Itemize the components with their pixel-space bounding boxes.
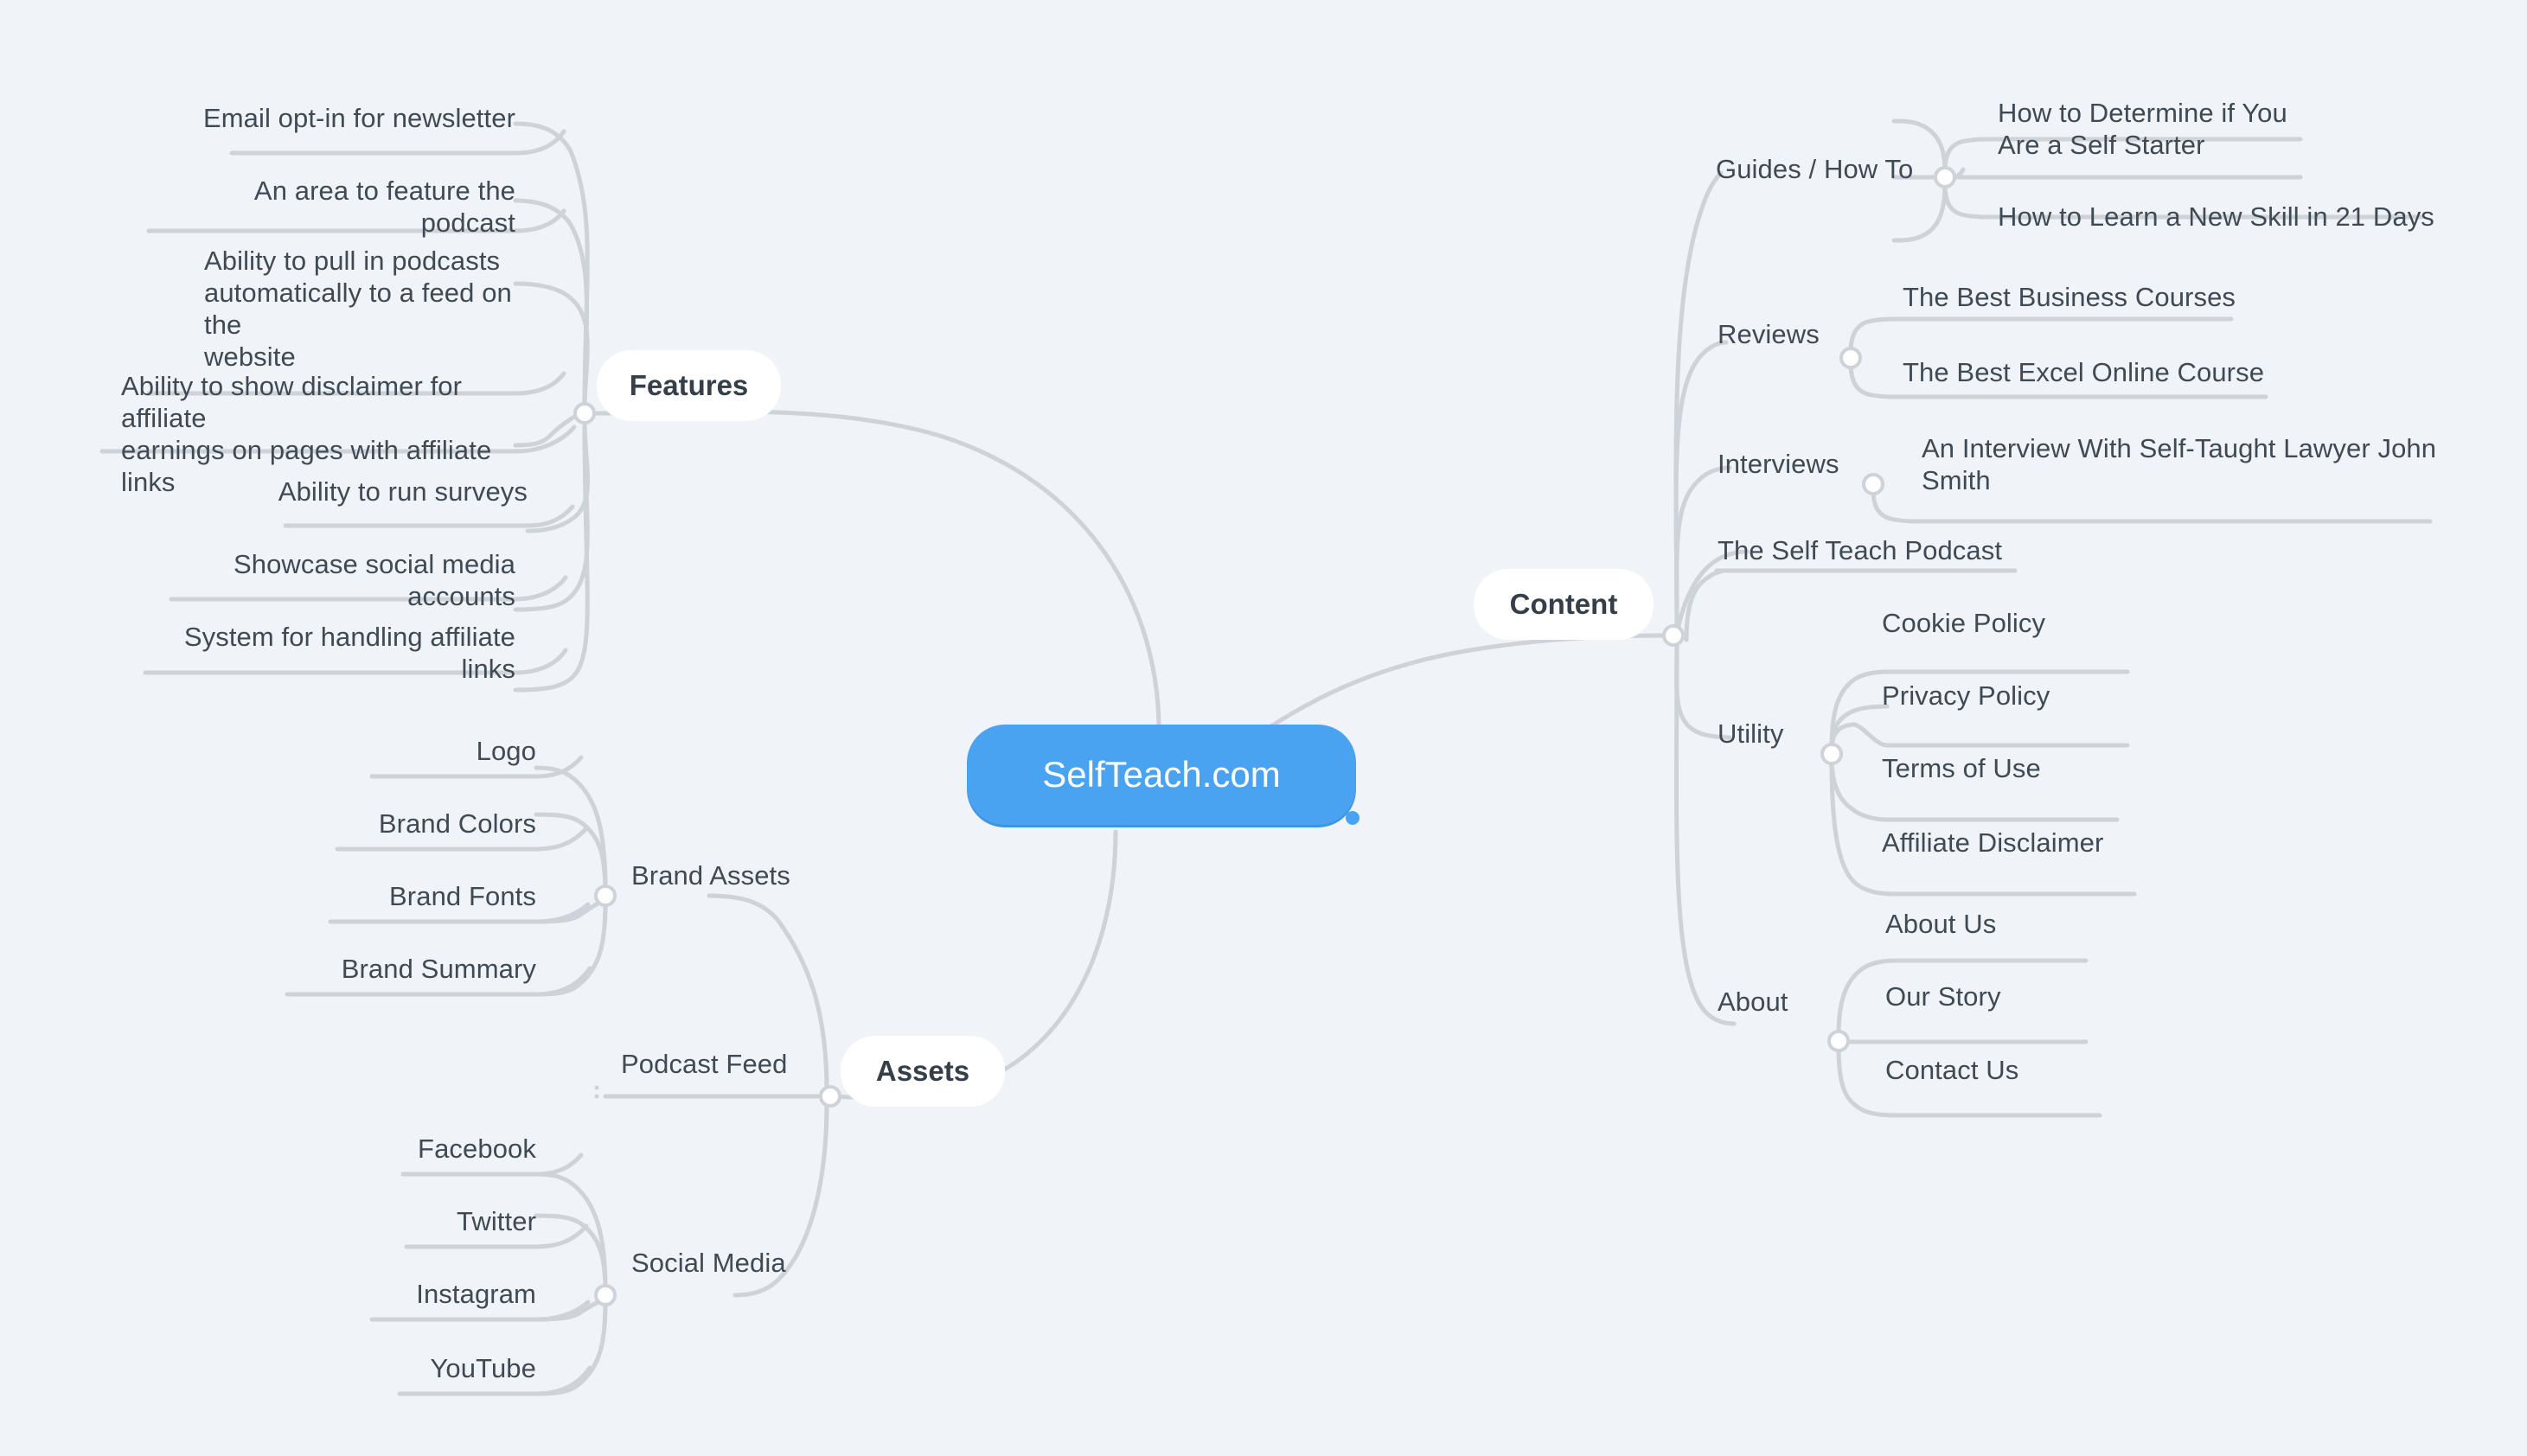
- assets-group-podcast-feed[interactable]: Podcast Feed: [621, 1048, 898, 1080]
- brand-assets-item-2[interactable]: Brand Fonts: [259, 880, 536, 912]
- c-link-about: [1673, 641, 1737, 1026]
- f-join-5: [513, 575, 568, 602]
- g-link-1: [1891, 181, 1948, 243]
- sm-link-0: [534, 1172, 608, 1293]
- hub-social-media[interactable]: [594, 1284, 617, 1306]
- about-item-1[interactable]: Our Story: [1885, 980, 2249, 1012]
- mindmap-canvas: SelfTeach.com Features Email opt-in for …: [0, 0, 2527, 1456]
- ba-join-1: [534, 826, 589, 852]
- features-item-2[interactable]: Ability to pull in podcasts automaticall…: [204, 245, 550, 373]
- hub-content[interactable]: [1662, 624, 1685, 647]
- f-join-0: [513, 129, 566, 156]
- hub-reviews[interactable]: [1839, 347, 1862, 369]
- social-media-item-0[interactable]: Facebook: [259, 1133, 536, 1165]
- c-link-reviews: [1673, 340, 1729, 634]
- root-accent-dot: [1346, 811, 1359, 825]
- hub-about[interactable]: [1827, 1030, 1850, 1052]
- hub-features[interactable]: [573, 402, 596, 425]
- c-link-guides: [1673, 170, 1724, 632]
- content-group-guides[interactable]: Guides / How To: [1716, 153, 2027, 185]
- hub-brand-assets[interactable]: [594, 884, 617, 907]
- ba-link-1: [534, 812, 608, 897]
- hub-assets[interactable]: [819, 1085, 841, 1108]
- utility-item-2[interactable]: Terms of Use: [1882, 752, 2245, 784]
- brand-assets-item-3[interactable]: Brand Summary: [259, 953, 536, 985]
- branch-features-label: Features: [629, 369, 749, 401]
- sm-link-1: [534, 1213, 608, 1294]
- u-join-2: [1829, 757, 1890, 822]
- reviews-item-0[interactable]: The Best Business Courses: [1903, 281, 2266, 313]
- branch-content-label: Content: [1509, 588, 1618, 620]
- ba-link-3: [534, 900, 608, 997]
- features-item-5[interactable]: Showcase social media accounts: [170, 548, 515, 612]
- ba-join-2: [534, 902, 591, 924]
- root-node[interactable]: SelfTeach.com: [967, 725, 1356, 825]
- about-item-0[interactable]: About Us: [1885, 908, 2249, 940]
- f-join-6: [513, 648, 568, 675]
- i-join-0: [1871, 487, 1919, 524]
- social-media-item-2[interactable]: Instagram: [259, 1278, 536, 1310]
- assets-group-social-media[interactable]: Social Media: [631, 1247, 908, 1279]
- features-item-4[interactable]: Ability to run surveys: [182, 476, 528, 508]
- reviews-item-1[interactable]: The Best Excel Online Course: [1903, 356, 2266, 388]
- ba-link-2: [534, 897, 608, 924]
- sm-join-3: [534, 1365, 592, 1396]
- content-group-reviews[interactable]: Reviews: [1718, 318, 1977, 350]
- f-join-1: [513, 208, 566, 233]
- sm-join-2: [534, 1300, 591, 1322]
- utility-item-1[interactable]: Privacy Policy: [1882, 680, 2245, 712]
- guides-item-0[interactable]: How to Determine if You Are a Self Start…: [1998, 97, 2361, 161]
- about-item-2[interactable]: Contact Us: [1885, 1054, 2249, 1086]
- g-join-1: [1942, 182, 1992, 220]
- hub-utility[interactable]: [1820, 743, 1843, 765]
- f-join-4: [525, 504, 575, 528]
- root-label: SelfTeach.com: [1042, 754, 1281, 795]
- branch-content[interactable]: Content: [1474, 569, 1654, 640]
- guides-item-1[interactable]: How to Learn a New Skill in 21 Days: [1998, 201, 2447, 233]
- interviews-item-0[interactable]: An Interview With Self-Taught Lawyer Joh…: [1922, 432, 2458, 496]
- ba-join-0: [534, 755, 584, 779]
- sm-join-1: [534, 1223, 589, 1249]
- brand-assets-item-1[interactable]: Brand Colors: [259, 808, 536, 840]
- utility-item-3[interactable]: Affiliate Disclaimer: [1882, 827, 2245, 859]
- content-group-utility[interactable]: Utility: [1718, 718, 1977, 750]
- hub-guides[interactable]: [1934, 166, 1956, 188]
- p-join-0: [1684, 569, 1724, 642]
- f-link-4: [525, 418, 590, 533]
- sm-link-3: [534, 1300, 608, 1396]
- hub-interviews[interactable]: [1862, 473, 1884, 495]
- content-group-podcast[interactable]: The Self Teach Podcast: [1718, 534, 2115, 566]
- sm-link-2: [534, 1296, 608, 1322]
- features-item-1[interactable]: An area to feature the podcast: [170, 175, 515, 239]
- brand-assets-item-0[interactable]: Logo: [259, 735, 536, 767]
- social-media-item-3[interactable]: YouTube: [259, 1352, 536, 1384]
- r-join-1: [1848, 361, 1897, 399]
- features-item-6[interactable]: System for handling affiliate links: [170, 621, 515, 685]
- sm-join-0: [534, 1153, 584, 1177]
- ba-link-0: [534, 765, 608, 893]
- link-root-features: [594, 409, 1161, 733]
- ba-join-3: [534, 966, 592, 997]
- branch-features[interactable]: Features: [597, 350, 781, 421]
- social-media-item-1[interactable]: Twitter: [259, 1205, 536, 1237]
- utility-item-0[interactable]: Cookie Policy: [1882, 607, 2245, 639]
- features-item-0[interactable]: Email opt-in for newsletter: [170, 102, 515, 134]
- assets-group-brand-assets[interactable]: Brand Assets: [631, 859, 908, 891]
